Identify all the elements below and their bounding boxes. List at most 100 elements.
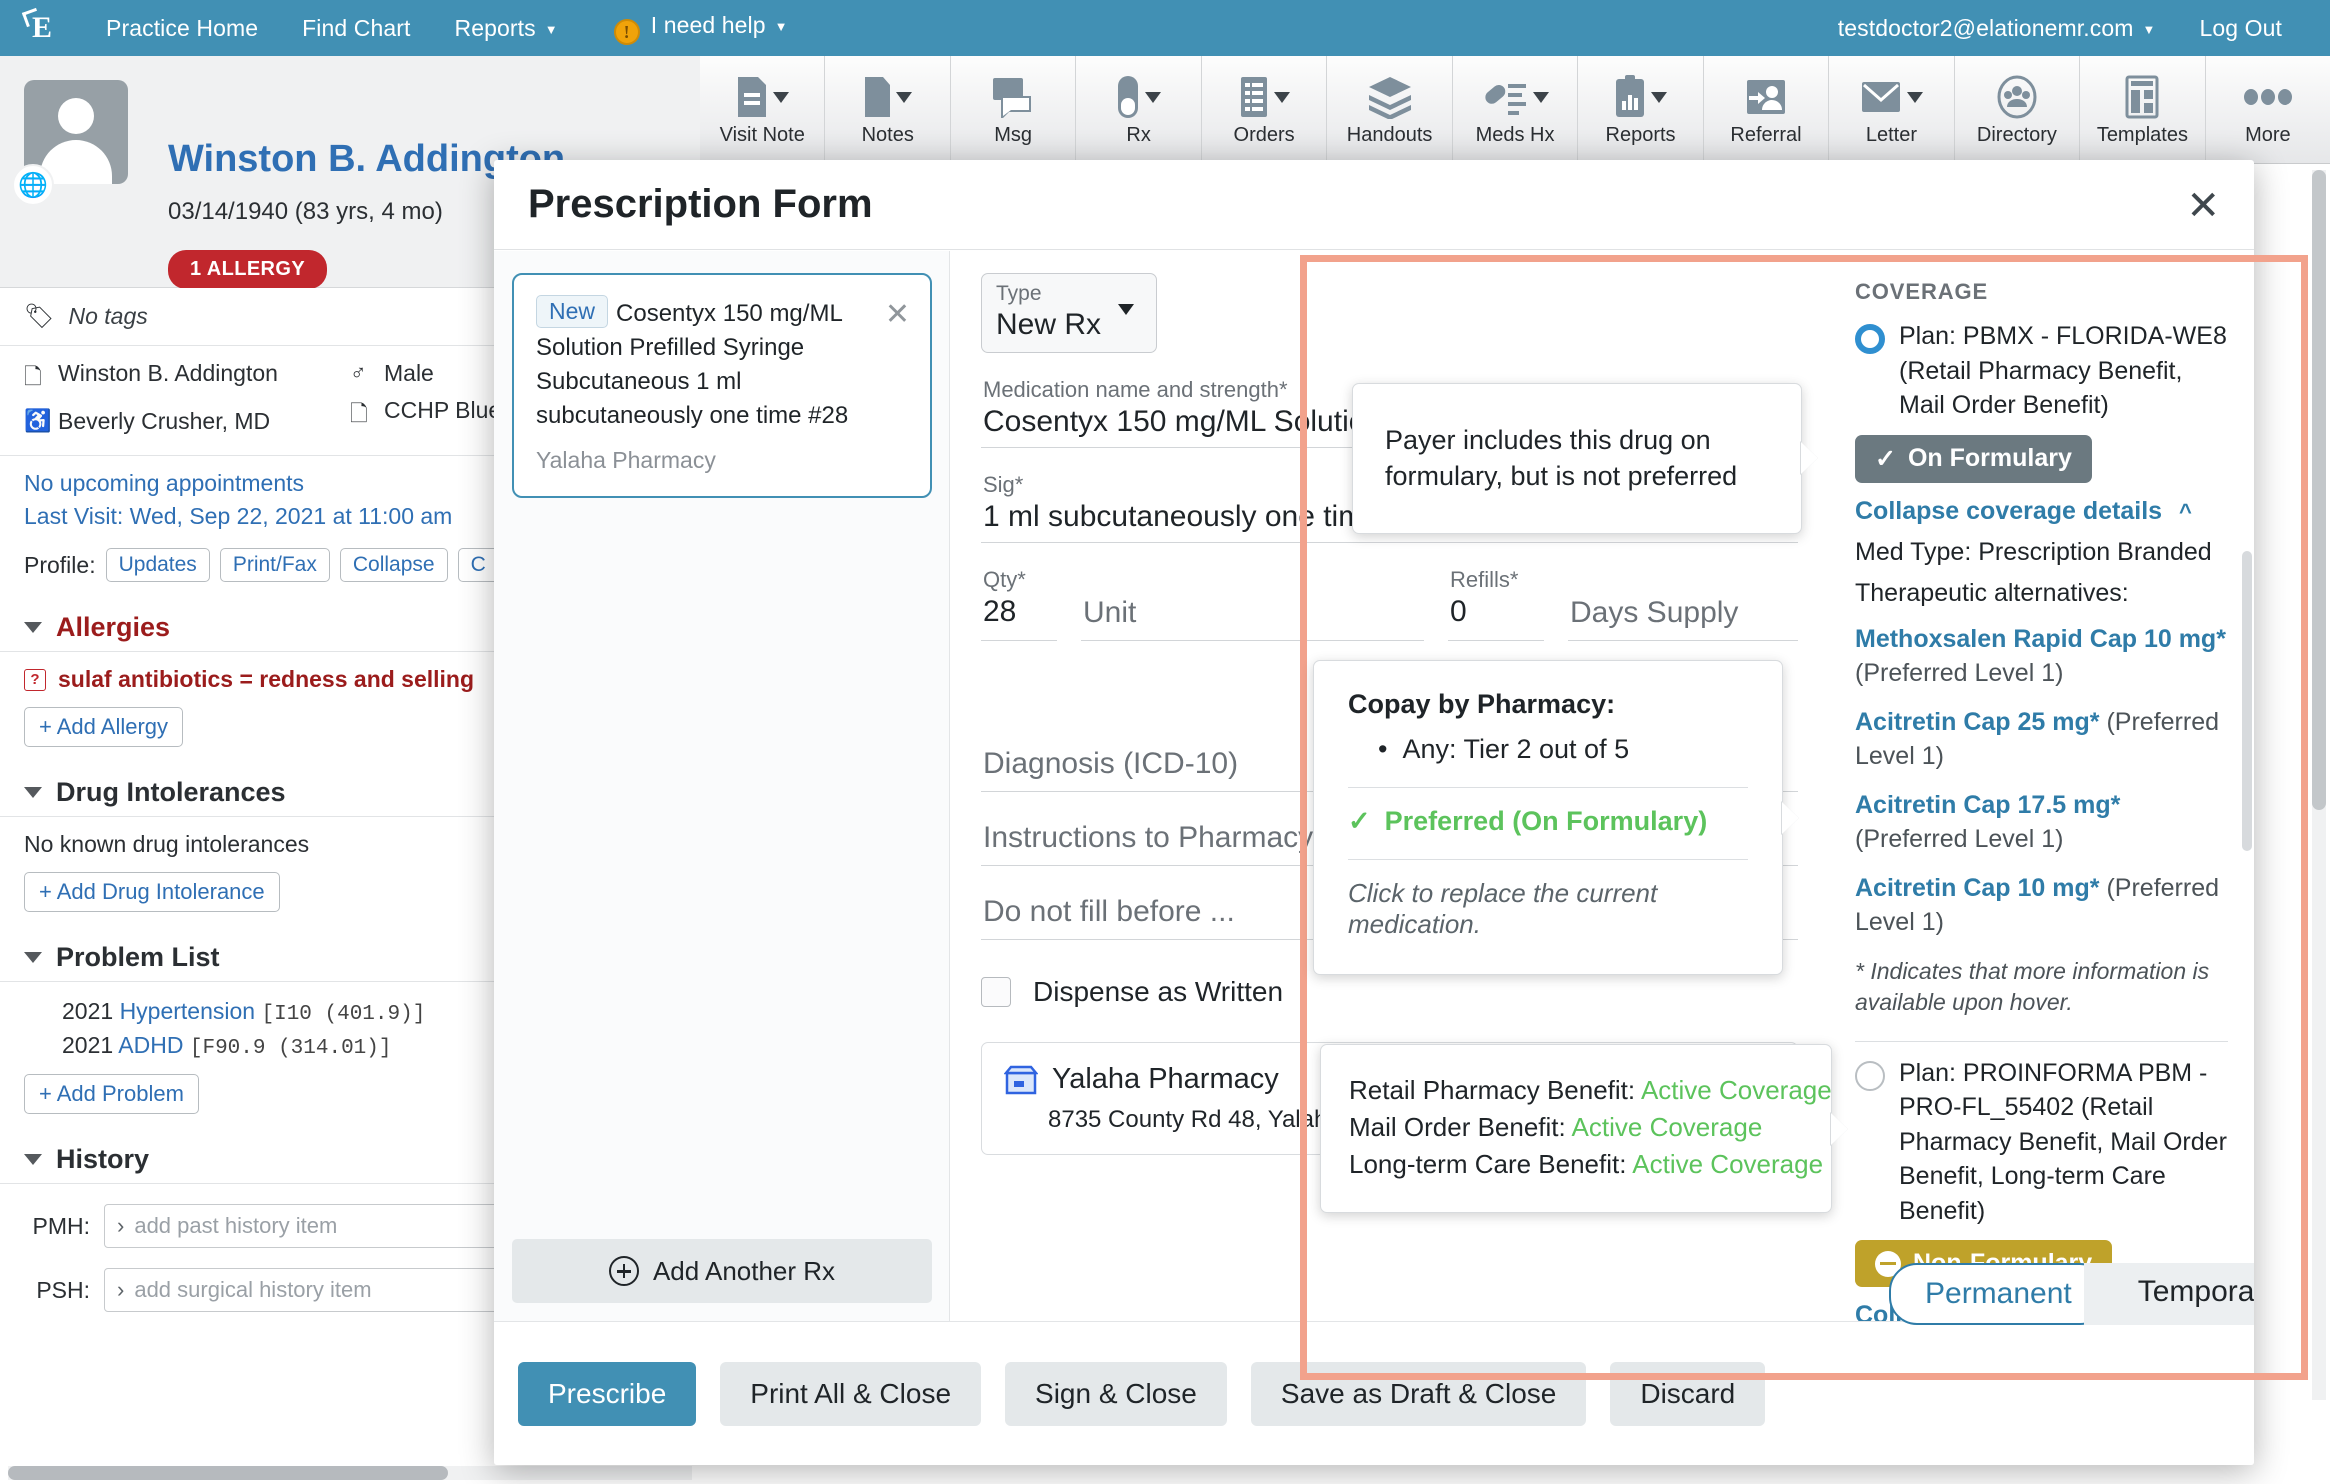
scrollbar-thumb[interactable] bbox=[8, 1466, 448, 1480]
rx-card[interactable]: ✕ NewCosentyx 150 mg/ML Solution Prefill… bbox=[512, 273, 932, 498]
coverage-plan-name: Plan: PBMX - FLORIDA-WE8 (Retail Pharmac… bbox=[1899, 319, 2228, 423]
chevron-down-icon bbox=[896, 92, 912, 103]
toolbar-label: Rx bbox=[1126, 124, 1150, 147]
pill-list-icon bbox=[1482, 68, 1549, 126]
section-title: Problem List bbox=[56, 942, 220, 973]
permanence-toggle[interactable]: Permanent Temporary bbox=[1889, 1263, 2254, 1325]
pharmacy-store-icon bbox=[1004, 1065, 1038, 1095]
nav-help-label: I need help bbox=[651, 12, 766, 38]
toolbar-item-visit-note[interactable]: Visit Note bbox=[700, 56, 825, 163]
tags-label: No tags bbox=[68, 303, 147, 330]
refills-input[interactable]: 0 bbox=[1450, 595, 1542, 629]
tab-temporary[interactable]: Temporary bbox=[2084, 1263, 2254, 1325]
toolbar-item-rx[interactable]: Rx bbox=[1076, 56, 1201, 163]
profile-c-button[interactable]: C bbox=[458, 548, 499, 582]
modal-header: Prescription Form ✕ bbox=[494, 160, 2254, 250]
toolbar-item-handouts[interactable]: Handouts bbox=[1327, 56, 1452, 163]
refills-field[interactable]: Refills* 0 bbox=[1448, 557, 1544, 641]
coverage-scrollbar[interactable] bbox=[2242, 551, 2252, 1111]
alternative-name[interactable]: Methoxsalen Rapid Cap 10 mg* bbox=[1855, 625, 2226, 653]
alternative-item[interactable]: Acitretin Cap 25 mg* (Preferred Level 1) bbox=[1855, 705, 2228, 774]
status-badge-allergy[interactable]: 1 ALLERGY bbox=[168, 250, 327, 289]
toolbar-item-referral[interactable]: Referral bbox=[1704, 56, 1829, 163]
toolbar-item-more[interactable]: More bbox=[2206, 56, 2330, 163]
toolbar-item-notes[interactable]: Notes bbox=[825, 56, 950, 163]
chevron-right-icon: › bbox=[117, 1277, 124, 1302]
ellipsis-icon bbox=[2242, 68, 2294, 126]
add-another-rx-label: Add Another Rx bbox=[653, 1256, 835, 1287]
sign-close-button[interactable]: Sign & Close bbox=[1005, 1362, 1227, 1426]
toolbar-item-msg[interactable]: Msg bbox=[951, 56, 1076, 163]
vertical-scrollbar[interactable] bbox=[2312, 170, 2326, 1400]
chevron-down-icon bbox=[773, 92, 789, 103]
radio-selected-icon[interactable] bbox=[1855, 324, 1885, 354]
alternative-name[interactable]: Acitretin Cap 17.5 mg* bbox=[1855, 791, 2120, 819]
toolbar-item-templates[interactable]: Templates bbox=[2080, 56, 2205, 163]
tag-icon: 🏷 bbox=[24, 302, 54, 331]
nav-find-chart[interactable]: Find Chart bbox=[280, 15, 432, 42]
qty-field[interactable]: Qty* 28 bbox=[981, 557, 1057, 641]
close-icon[interactable]: ✕ bbox=[2186, 186, 2220, 226]
prescribe-button[interactable]: Prescribe bbox=[518, 1362, 696, 1426]
pill-capsule-icon bbox=[1116, 68, 1161, 126]
benefit-label: Long-term Care Benefit: bbox=[1349, 1149, 1626, 1179]
dispense-as-written-row[interactable]: Dispense as Written bbox=[981, 976, 1798, 1008]
rx-type-select[interactable]: Type New Rx bbox=[981, 273, 1157, 353]
toolbar-item-orders[interactable]: Orders bbox=[1202, 56, 1327, 163]
scrollbar-thumb[interactable] bbox=[2242, 551, 2252, 851]
check-icon: ✓ bbox=[1348, 806, 1371, 837]
coverage-plan-2[interactable]: Plan: PROINFORMA PBM - PRO-FL_55402 (Ret… bbox=[1855, 1056, 2228, 1229]
nav-practice-home[interactable]: Practice Home bbox=[84, 15, 280, 42]
on-formulary-label: On Formulary bbox=[1908, 444, 2072, 473]
radio-unselected-icon[interactable] bbox=[1855, 1061, 1885, 1091]
coverage-plan-1[interactable]: Plan: PBMX - FLORIDA-WE8 (Retail Pharmac… bbox=[1855, 319, 2228, 423]
print-all-close-button[interactable]: Print All & Close bbox=[720, 1362, 981, 1426]
problem-year: 2021 bbox=[62, 998, 113, 1024]
collapse-coverage-details-1[interactable]: Collapse coverage details ^ bbox=[1855, 497, 2228, 526]
horizontal-scrollbar[interactable] bbox=[8, 1466, 692, 1480]
alternative-name[interactable]: Acitretin Cap 25 mg* bbox=[1855, 708, 2100, 736]
problem-year: 2021 bbox=[62, 1032, 113, 1058]
add-drug-intolerance-button[interactable]: + Add Drug Intolerance bbox=[24, 872, 280, 912]
profile-updates-button[interactable]: Updates bbox=[106, 548, 210, 582]
toolbar-item-letter[interactable]: Letter bbox=[1829, 56, 1954, 163]
add-another-rx-button[interactable]: Add Another Rx bbox=[512, 1239, 932, 1303]
problem-name[interactable]: Hypertension bbox=[120, 998, 256, 1024]
tooltip-arrow bbox=[1782, 802, 1799, 834]
qty-input[interactable]: 28 bbox=[983, 595, 1055, 629]
provider-name: Beverly Crusher, MD bbox=[58, 408, 270, 435]
nav-reports[interactable]: Reports▼ bbox=[433, 15, 580, 42]
alternative-item[interactable]: Methoxsalen Rapid Cap 10 mg* (Preferred … bbox=[1855, 622, 2228, 691]
save-draft-close-button[interactable]: Save as Draft & Close bbox=[1251, 1362, 1586, 1426]
scrollbar-thumb[interactable] bbox=[2312, 170, 2326, 810]
problem-name[interactable]: ADHD bbox=[118, 1032, 183, 1058]
close-icon[interactable]: ✕ bbox=[885, 297, 910, 332]
logout-button[interactable]: Log Out bbox=[2177, 15, 2304, 42]
user-account-menu[interactable]: testdoctor2@elationemr.com▼ bbox=[1816, 15, 2178, 42]
days-supply-field[interactable]: Days Supply bbox=[1568, 557, 1798, 641]
unit-field[interactable]: Unit bbox=[1081, 557, 1424, 641]
elation-logo[interactable]: E bbox=[0, 8, 84, 48]
modal-title: Prescription Form bbox=[528, 182, 873, 227]
toolbar-item-reports[interactable]: Reports bbox=[1578, 56, 1703, 163]
copay-preferred-row: ✓ Preferred (On Formulary) bbox=[1348, 806, 1748, 837]
alternative-item[interactable]: Acitretin Cap 10 mg* (Preferred Level 1) bbox=[1855, 871, 2228, 940]
nav-reports-label: Reports bbox=[455, 15, 536, 41]
alternative-item[interactable]: Acitretin Cap 17.5 mg* (Preferred Level … bbox=[1855, 788, 2228, 857]
benefit-value: Active Coverage bbox=[1572, 1112, 1763, 1142]
alternative-name[interactable]: Acitretin Cap 10 mg* bbox=[1855, 874, 2100, 902]
dispense-as-written-checkbox[interactable] bbox=[981, 977, 1011, 1007]
profile-printfax-button[interactable]: Print/Fax bbox=[220, 548, 330, 582]
toolbar-item-meds-hx[interactable]: Meds Hx bbox=[1453, 56, 1578, 163]
discard-button[interactable]: Discard bbox=[1610, 1362, 1765, 1426]
toolbar-item-directory[interactable]: Directory bbox=[1955, 56, 2080, 163]
globe-icon[interactable]: 🌐 bbox=[12, 164, 54, 206]
tab-permanent[interactable]: Permanent bbox=[1889, 1263, 2108, 1325]
pharmacy-name: Yalaha Pharmacy bbox=[1052, 1063, 1279, 1096]
history-label: PSH: bbox=[24, 1277, 90, 1304]
nav-i-need-help[interactable]: !I need help▼ bbox=[580, 12, 810, 45]
profile-collapse-button[interactable]: Collapse bbox=[340, 548, 448, 582]
add-allergy-button[interactable]: + Add Allergy bbox=[24, 707, 183, 747]
add-problem-button[interactable]: + Add Problem bbox=[24, 1074, 199, 1114]
insurance-card-icon: 🗋 bbox=[350, 397, 384, 435]
